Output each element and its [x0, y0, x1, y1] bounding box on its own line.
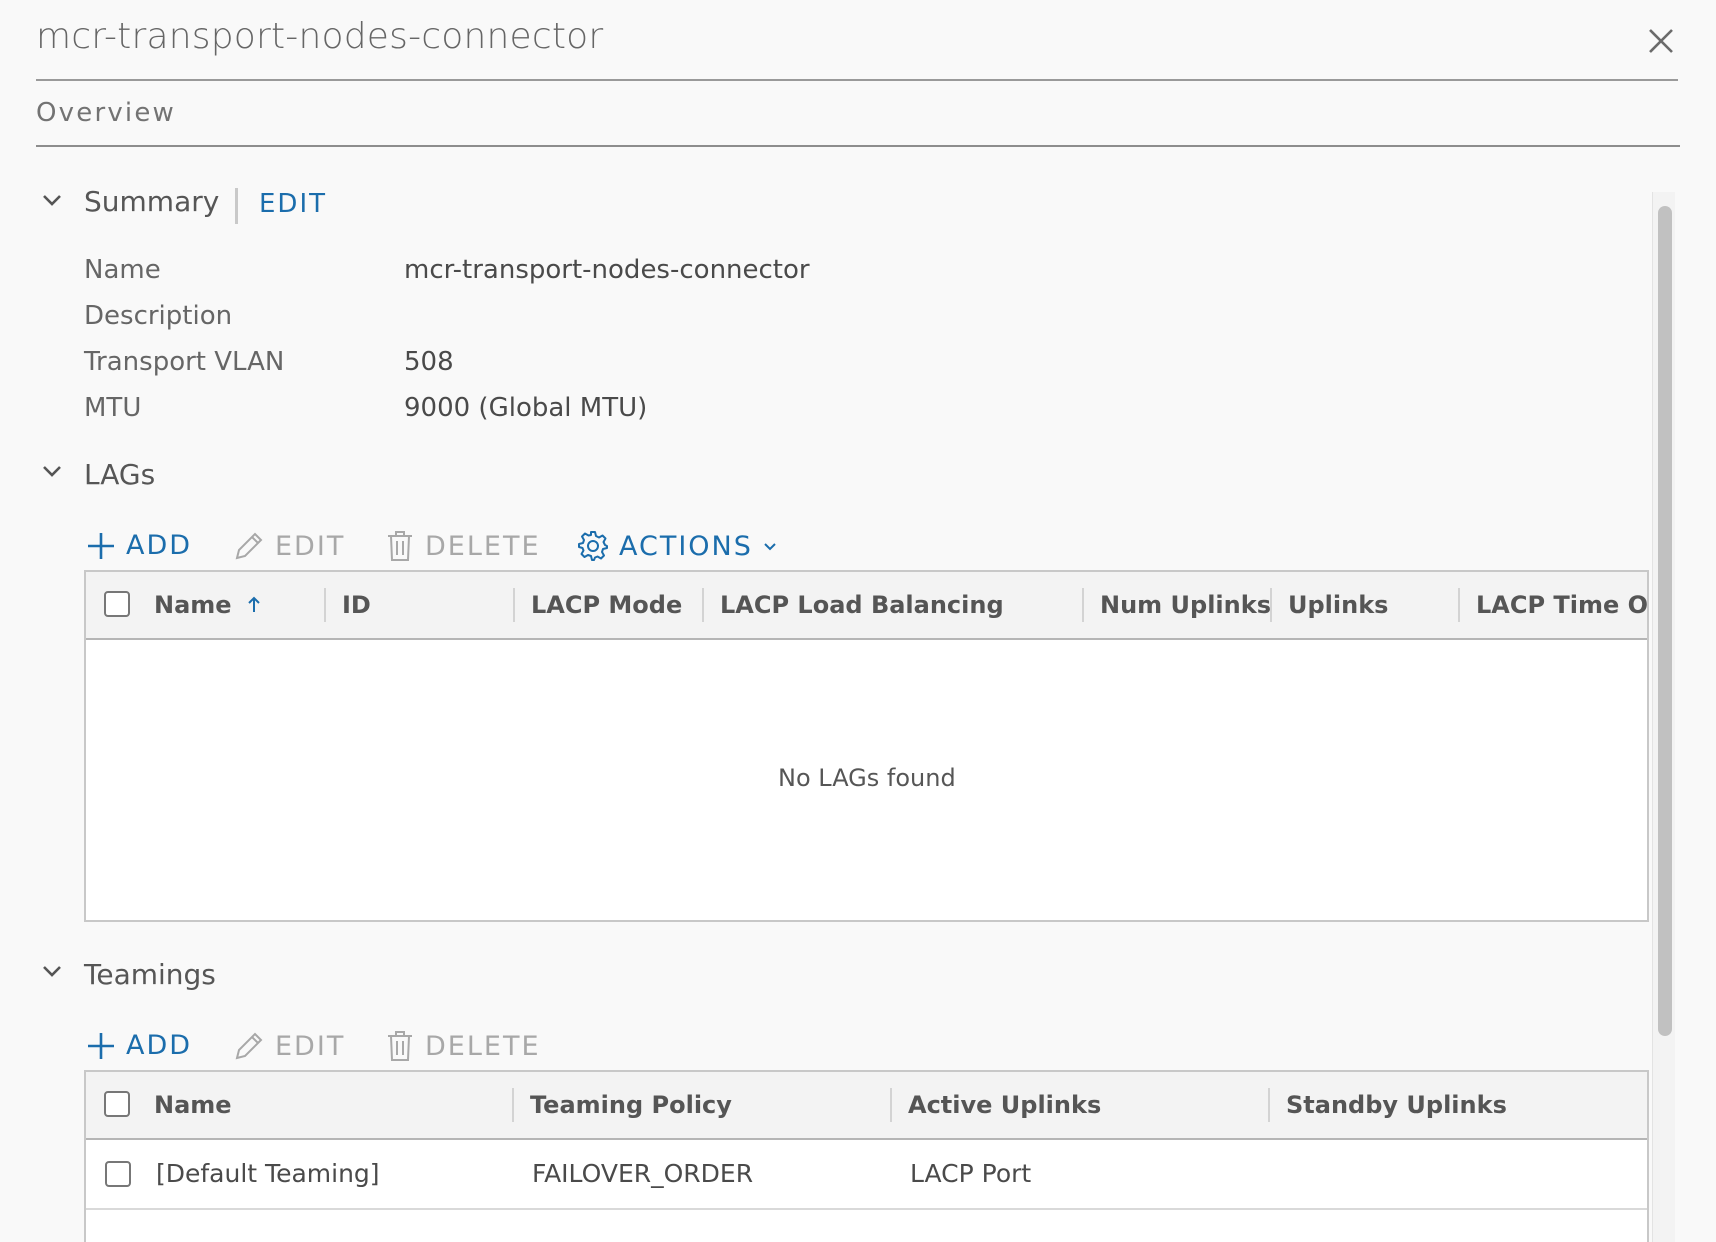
field-label-description: Description [84, 301, 233, 331]
sort-asc-icon [247, 596, 260, 612]
pencil-icon [235, 1032, 263, 1060]
trash-icon [388, 531, 412, 561]
chevron-down-icon [43, 966, 61, 977]
teamings-col-name[interactable]: Name [154, 1072, 504, 1138]
field-value-name: mcr-transport-nodes-connector [404, 255, 810, 285]
lags-delete-button[interactable]: DELETE [385, 530, 541, 562]
pencil-icon [235, 532, 263, 560]
lags-delete-label: DELETE [425, 530, 541, 562]
plus-icon [88, 1032, 114, 1059]
tab-divider [36, 145, 1680, 147]
teamings-edit-label: EDIT [275, 1030, 346, 1062]
lags-col-name-label: Name [154, 591, 232, 619]
lags-empty-message: No LAGs found [778, 764, 956, 792]
teamings-add-label: ADD [126, 1030, 193, 1061]
lags-actions-button[interactable]: ACTIONS [577, 530, 777, 562]
chevron-down-icon [764, 543, 776, 551]
lags-add-button[interactable]: ADD [86, 530, 192, 561]
row-divider [86, 1208, 1647, 1210]
title-divider [36, 79, 1678, 81]
teamings-col-active-uplinks[interactable]: Active Uplinks [908, 1072, 1258, 1138]
column-separator [513, 588, 515, 622]
scrollbar-thumb[interactable] [1658, 206, 1672, 1036]
modal-title: mcr-transport-nodes-connector [36, 16, 604, 57]
lags-col-uplinks[interactable]: Uplinks [1288, 572, 1458, 638]
teamings-col-teaming-policy[interactable]: Teaming Policy [530, 1072, 880, 1138]
column-separator [1082, 588, 1084, 622]
teamings-delete-label: DELETE [425, 1030, 541, 1062]
field-label-name: Name [84, 255, 161, 285]
lags-add-label: ADD [126, 530, 193, 561]
field-label-transport-vlan: Transport VLAN [84, 347, 285, 377]
chevron-down-icon [43, 195, 61, 206]
teamings-toggle[interactable] [40, 959, 64, 987]
summary-toggle[interactable] [40, 188, 64, 216]
lags-edit-button[interactable]: EDIT [233, 530, 345, 562]
lags-edit-label: EDIT [275, 530, 346, 562]
plus-icon [88, 532, 114, 559]
lags-col-lacp-timeout[interactable]: LACP Time Ou [1476, 572, 1648, 638]
column-separator [890, 1088, 892, 1122]
lags-grid: Name ID LACP Mode LACP Load Balancing Nu… [84, 570, 1649, 922]
teamings-select-all-checkbox[interactable] [104, 1091, 130, 1117]
column-separator [512, 1088, 514, 1122]
column-separator [1458, 588, 1460, 622]
summary-title: Summary [84, 185, 220, 218]
column-separator [1270, 588, 1272, 622]
row-checkbox[interactable] [105, 1161, 131, 1187]
tab-overview[interactable]: Overview [36, 98, 176, 128]
gear-icon [578, 531, 608, 561]
column-separator [1268, 1088, 1270, 1122]
teamings-title: Teamings [84, 958, 216, 991]
teamings-grid: Name Teaming Policy Active Uplinks Stand… [84, 1070, 1649, 1242]
teamings-add-button[interactable]: ADD [86, 1030, 192, 1061]
teamings-edit-button[interactable]: EDIT [233, 1030, 345, 1062]
trash-icon [388, 1031, 412, 1061]
summary-edit-button[interactable]: EDIT [259, 189, 327, 219]
teamings-grid-header: Name Teaming Policy Active Uplinks Stand… [86, 1072, 1647, 1140]
column-separator [324, 588, 326, 622]
teamings-col-standby-uplinks[interactable]: Standby Uplinks [1286, 1072, 1636, 1138]
close-button[interactable] [1644, 24, 1678, 58]
title-separator [235, 188, 238, 224]
lags-grid-header: Name ID LACP Mode LACP Load Balancing Nu… [86, 572, 1648, 640]
teaming-active-uplinks: LACP Port [910, 1159, 1032, 1188]
chevron-down-icon [43, 466, 61, 477]
field-value-transport-vlan: 508 [404, 347, 454, 377]
lags-col-lacp-mode[interactable]: LACP Mode [531, 572, 701, 638]
teamings-delete-button[interactable]: DELETE [385, 1030, 541, 1062]
close-icon [1649, 29, 1673, 53]
teaming-policy: FAILOVER_ORDER [532, 1159, 754, 1188]
lags-col-name[interactable]: Name [154, 572, 324, 638]
lags-title: LAGs [84, 458, 156, 491]
teaming-name: [Default Teaming] [156, 1159, 380, 1188]
lags-actions-label: ACTIONS [619, 530, 753, 562]
column-separator [702, 588, 704, 622]
lags-col-num-uplinks[interactable]: Num Uplinks [1100, 572, 1270, 638]
lags-toggle[interactable] [40, 459, 64, 487]
lags-select-all-checkbox[interactable] [104, 591, 130, 617]
lags-col-id[interactable]: ID [342, 572, 512, 638]
field-label-mtu: MTU [84, 393, 142, 423]
lags-col-lacp-load-balancing[interactable]: LACP Load Balancing [720, 572, 1080, 638]
field-value-mtu: 9000 (Global MTU) [404, 393, 648, 423]
